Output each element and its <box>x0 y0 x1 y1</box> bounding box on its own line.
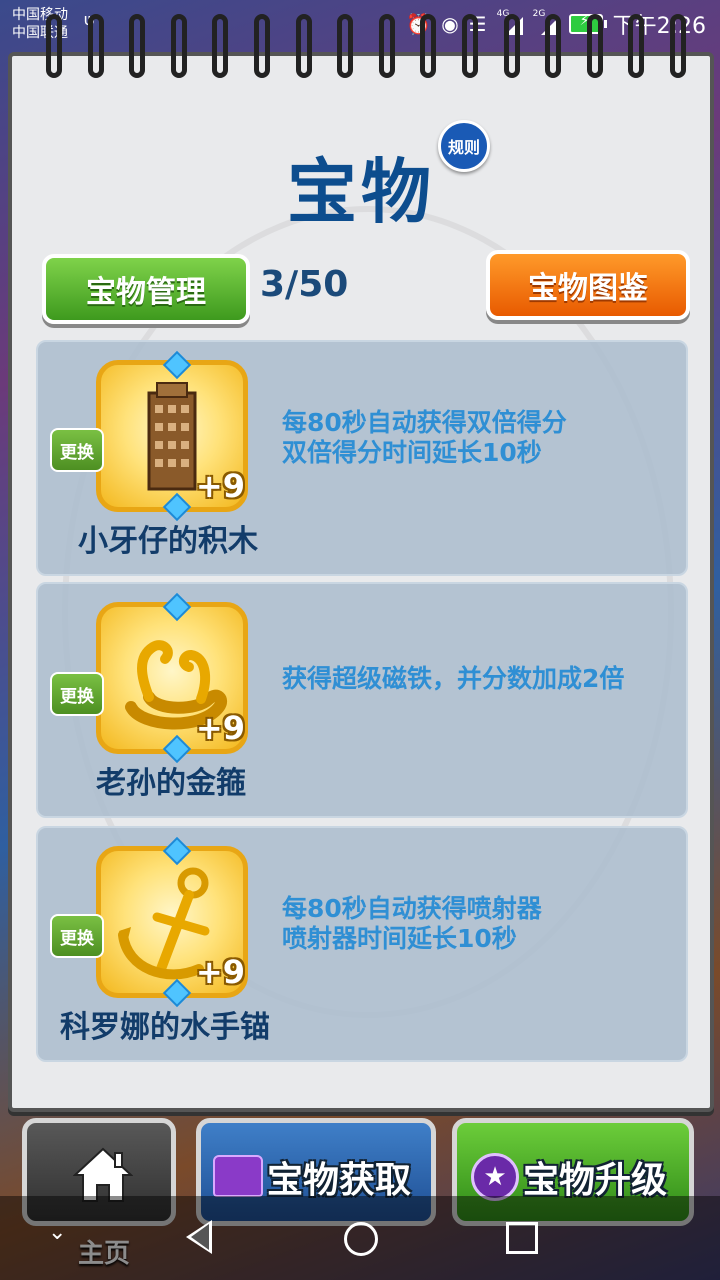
notebook-rings <box>46 14 686 84</box>
manage-treasures-button[interactable]: 宝物管理 <box>42 254 250 324</box>
ring-icon <box>461 14 478 78</box>
level-badge: +9 <box>195 953 245 991</box>
treasure-card: 更换 +9 小牙仔的积木 每80秒自动获得双倍得分 双倍得分时间延长10秒 <box>36 340 688 576</box>
level-badge: +9 <box>195 467 245 505</box>
treasure-chest-icon <box>213 1155 263 1197</box>
ring-icon <box>129 14 146 78</box>
treasure-tile[interactable]: +9 <box>96 350 248 522</box>
treasure-count: 3/50 <box>260 264 349 305</box>
ring-icon <box>46 14 62 78</box>
treasure-gallery-button[interactable]: 宝物图鉴 <box>486 250 690 320</box>
recent-apps-button[interactable] <box>506 1222 538 1254</box>
description-line: 喷射器时间延长10秒 <box>282 924 517 953</box>
change-button[interactable]: 更换 <box>50 672 104 716</box>
back-button[interactable] <box>186 1220 212 1254</box>
treasure-tile[interactable]: +9 <box>96 836 248 1008</box>
system-home-button[interactable] <box>344 1222 378 1256</box>
ring-icon <box>295 14 312 78</box>
treasure-card: 更换 +9 老孙的金箍 获得超级磁铁，并分数加成2倍 <box>36 582 688 818</box>
ring-icon <box>420 14 437 78</box>
treasure-card: 更换 +9 科罗娜的水手锚 每80秒自动获得喷射器 喷射器时间延长10秒 <box>36 826 688 1062</box>
page-title: 宝物 <box>287 151 435 233</box>
ring-icon <box>586 14 603 78</box>
home-icon <box>73 1147 133 1202</box>
description-line: 每80秒自动获得喷射器 <box>282 894 542 923</box>
ring-icon <box>503 14 520 78</box>
rules-button[interactable]: 规则 <box>438 120 490 172</box>
ring-icon <box>87 14 104 78</box>
ring-icon <box>628 14 645 78</box>
ring-icon <box>170 14 187 78</box>
treasure-description: 获得超级磁铁，并分数加成2倍 <box>282 664 624 694</box>
treasure-tile[interactable]: +9 <box>96 592 248 764</box>
ring-icon <box>253 14 270 78</box>
change-button[interactable]: 更换 <box>50 428 104 472</box>
ring-icon <box>669 14 686 78</box>
star-icon: ★ <box>471 1153 519 1201</box>
chevron-down-icon[interactable]: ⌄ <box>48 1220 66 1245</box>
ring-icon <box>212 14 229 78</box>
treasure-name: 小牙仔的积木 <box>78 524 258 559</box>
ring-icon <box>337 14 354 78</box>
description-line: 获得超级磁铁，并分数加成2倍 <box>282 664 625 693</box>
treasure-description: 每80秒自动获得双倍得分 双倍得分时间延长10秒 <box>282 408 567 468</box>
ring-icon <box>545 14 562 78</box>
level-badge: +9 <box>195 709 245 747</box>
description-line: 双倍得分时间延长10秒 <box>282 438 542 467</box>
navigation-bar: ⌄ <box>0 1196 720 1280</box>
treasure-panel: 宝物 规则 宝物管理 3/50 宝物图鉴 更换 +9 小牙仔的积木 每80秒自动… <box>8 14 714 1112</box>
treasure-description: 每80秒自动获得喷射器 喷射器时间延长10秒 <box>282 894 542 954</box>
treasure-name: 老孙的金箍 <box>96 766 246 801</box>
change-button[interactable]: 更换 <box>50 914 104 958</box>
description-line: 每80秒自动获得双倍得分 <box>282 408 567 437</box>
treasure-name: 科罗娜的水手锚 <box>60 1010 270 1045</box>
ring-icon <box>378 14 395 78</box>
